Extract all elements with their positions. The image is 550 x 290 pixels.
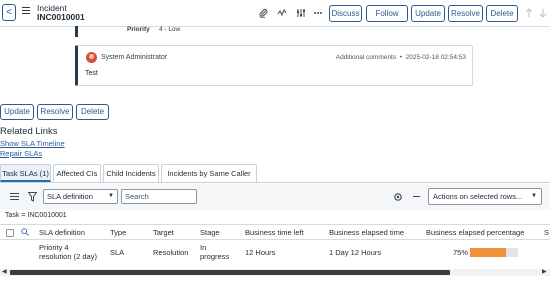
list-menu-icon[interactable]	[10, 192, 19, 203]
record-number: INC0010001	[37, 12, 85, 22]
cell-business-time-left: 12 Hours	[245, 248, 276, 257]
tab-child-incidents[interactable]: Child Incidents	[103, 164, 159, 182]
activity-filter-icon[interactable]	[277, 8, 287, 18]
actions-select[interactable]: Actions on selected rows... ▼	[428, 188, 542, 205]
activity-field-change: Priority 4 - Low	[127, 26, 180, 33]
chevron-down-icon: ▼	[108, 193, 114, 199]
search-icon[interactable]	[21, 228, 29, 238]
cell-text: progress	[200, 252, 230, 261]
chevron-down-icon: ▼	[531, 193, 537, 199]
entry-text: Test	[85, 70, 98, 77]
filter-icon[interactable]	[27, 192, 38, 204]
column-sla-definition[interactable]: SLA definition	[39, 228, 85, 237]
cell-elapsed-percentage-label: 75%	[453, 248, 469, 257]
delete-button[interactable]: Delete	[486, 5, 518, 22]
entry-author: System Administrator	[101, 54, 168, 61]
column-truncated[interactable]: S	[544, 228, 549, 237]
column-business-elapsed-percentage[interactable]: Business elapsed percentage	[426, 228, 524, 237]
cell-sla-definition[interactable]: Priority 4 resolution (2 day)	[39, 243, 97, 261]
column-business-time-left[interactable]: Business time left	[245, 228, 304, 237]
back-button[interactable]: <	[2, 4, 16, 21]
gear-icon[interactable]	[393, 192, 403, 204]
more-options-icon[interactable]	[313, 8, 323, 18]
horizontal-scrollbar[interactable]: ◀ ▶	[0, 269, 550, 276]
tab-task-slas[interactable]: Task SLAs (1)	[0, 164, 51, 182]
collapse-icon[interactable]	[412, 192, 421, 203]
cell-stage: In progress	[200, 243, 229, 261]
search-field-select[interactable]: SLA definition ▼	[43, 189, 118, 204]
resolve-button[interactable]: Resolve	[448, 5, 483, 22]
page-title: Incident INC0010001	[37, 4, 85, 22]
resolve-button-bottom[interactable]: Resolve	[37, 104, 73, 120]
settings-sliders-icon[interactable]	[296, 8, 306, 18]
cell-target: Resolution	[153, 248, 189, 257]
entry-type: Additional comments	[335, 54, 397, 61]
cell-text: In	[200, 243, 207, 252]
cell-business-elapsed-time: 1 Day 12 Hours	[329, 248, 382, 257]
bullet-separator: •	[397, 54, 404, 61]
follow-button[interactable]: Follow	[366, 5, 408, 22]
tab-affected-cis[interactable]: Affected CIs	[53, 164, 101, 182]
search-field-value: SLA definition	[47, 192, 93, 201]
column-stage[interactable]: Stage	[200, 228, 220, 237]
column-business-elapsed-time[interactable]: Business elapsed time	[329, 228, 404, 237]
next-record-icon[interactable]	[538, 8, 548, 18]
scrollbar-thumb[interactable]	[10, 270, 450, 275]
field-label: Priority	[127, 26, 150, 33]
scroll-left-icon[interactable]: ◀	[2, 269, 7, 276]
discuss-button[interactable]: Discuss	[329, 5, 362, 22]
avatar	[86, 52, 97, 63]
form-header: < Incident INC0010001 Discuss Follow Upd…	[0, 0, 550, 27]
actions-select-value: Actions on selected rows...	[433, 192, 523, 201]
tab-divider	[0, 182, 550, 183]
search-input[interactable]: Search	[121, 189, 197, 204]
field-value: 4 - Low	[159, 26, 181, 33]
previous-record-icon[interactable]	[524, 8, 534, 18]
column-target[interactable]: Target	[153, 228, 174, 237]
repair-slas-link[interactable]: Repair SLAs	[0, 149, 42, 158]
paperclip-icon[interactable]	[258, 8, 268, 19]
select-all-checkbox[interactable]	[6, 229, 14, 237]
update-button-bottom[interactable]: Update	[0, 104, 34, 120]
update-button[interactable]: Update	[411, 5, 445, 22]
entry-meta: Additional comments • 2025-02-18 02:54:5…	[336, 54, 466, 61]
menu-icon[interactable]	[22, 7, 30, 16]
table-header: SLA definition Type Target Stage Busines…	[0, 224, 550, 240]
scroll-right-icon[interactable]: ▶	[542, 269, 547, 276]
show-sla-timeline-link[interactable]: Show SLA Timeline	[0, 139, 65, 148]
elapsed-percentage-fill	[470, 248, 506, 257]
related-links-heading: Related Links	[0, 126, 58, 137]
breadcrumb[interactable]: Task = INC0010001	[5, 212, 67, 219]
activity-entry: System Administrator Additional comments…	[75, 45, 473, 86]
activity-timeline-marker	[75, 26, 78, 37]
delete-button-bottom[interactable]: Delete	[76, 104, 109, 120]
elapsed-percentage-bar	[470, 248, 518, 257]
cell-text: Priority 4	[39, 243, 69, 252]
cell-type: SLA	[110, 248, 125, 257]
list-toolbar: SLA definition ▼ Search Actions on selec…	[0, 184, 550, 210]
tab-incidents-same-caller[interactable]: Incidents by Same Caller (2)	[161, 164, 257, 195]
column-type[interactable]: Type	[110, 228, 126, 237]
entry-timestamp: 2025-02-18 02:54:53	[405, 54, 466, 61]
cell-text: resolution (2 day)	[39, 252, 97, 261]
